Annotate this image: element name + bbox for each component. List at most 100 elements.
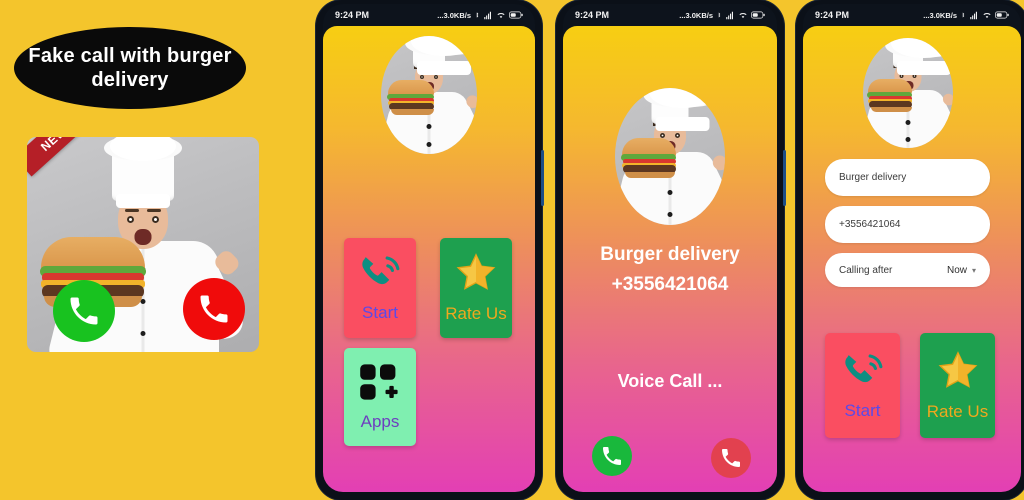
apps-grid-icon xyxy=(360,364,398,400)
status-time: 9:24 PM xyxy=(575,10,610,20)
status-bar: 9:24 PM ...3.0KB/s xyxy=(323,4,535,26)
burger-bottom-bun xyxy=(871,107,912,112)
star-icon xyxy=(456,253,496,290)
status-bar: 9:24 PM ...3.0KB/s xyxy=(803,4,1021,26)
chevron-down-icon: ▾ xyxy=(971,265,976,275)
promo-decline-call-button[interactable] xyxy=(183,278,245,340)
phone-decline-icon xyxy=(200,295,228,323)
rate-us-button-label: Rate Us xyxy=(926,401,989,421)
caller-name: Burger delivery xyxy=(600,244,740,265)
phone-mockup-home: 9:24 PM ...3.0KB/s Start Rate Us Apps xyxy=(316,0,544,500)
decline-call-button[interactable] xyxy=(711,438,751,478)
coat-button xyxy=(140,331,146,336)
coat-button xyxy=(426,142,432,147)
chef-brow xyxy=(125,209,139,212)
avatar-chef-image xyxy=(615,88,725,225)
burger-icon xyxy=(621,138,676,178)
accept-call-button[interactable] xyxy=(592,436,632,476)
promo-title-badge: Fake call with burger delivery xyxy=(14,27,246,109)
caller-name-input[interactable]: Burger delivery xyxy=(825,159,990,196)
status-indicators: ...3.0KB/s xyxy=(679,10,765,20)
incoming-call-screen: Burger delivery +3556421064 Voice Call .… xyxy=(563,26,777,492)
avatar xyxy=(381,36,477,154)
phone-accept-icon xyxy=(603,447,621,465)
bluetooth-icon xyxy=(475,12,479,18)
burger-icon xyxy=(387,80,434,115)
status-indicators: ...3.0KB/s xyxy=(437,10,523,20)
new-ribbon-label: NEW ! xyxy=(27,137,100,177)
burger-bottom-bun xyxy=(391,109,434,115)
phone-call-icon xyxy=(362,256,400,285)
coat-button xyxy=(905,137,911,142)
rate-us-button[interactable]: Rate Us xyxy=(440,238,512,338)
coat-button xyxy=(905,120,911,125)
chef-right-arm xyxy=(447,92,477,148)
wifi-icon xyxy=(497,12,505,18)
chef-eye xyxy=(420,75,424,79)
bluetooth-icon xyxy=(962,12,965,18)
phone-call-icon xyxy=(844,353,882,382)
chef-hat-icon xyxy=(891,38,953,75)
chef-hat-icon xyxy=(110,137,176,208)
chef-pointing-hand xyxy=(709,152,725,174)
start-button-label: Start xyxy=(362,303,398,322)
home-screen: Start Rate Us Apps xyxy=(323,26,535,492)
rate-us-button[interactable]: Rate Us xyxy=(920,333,995,438)
rate-us-button-label: Rate Us xyxy=(445,304,507,323)
network-speed-label: ...3.0KB/s xyxy=(437,10,471,20)
chef-hat-icon xyxy=(649,88,716,131)
phone-side-button[interactable] xyxy=(783,150,786,206)
new-ribbon: NEW ! xyxy=(27,137,107,217)
phone-mockup-setup: 9:24 PM ...3.0KB/s Burger delivery +3556… xyxy=(796,0,1024,500)
avatar xyxy=(615,88,725,225)
phone-screen-frame: 9:24 PM ...3.0KB/s xyxy=(563,4,777,492)
chef-pointing-hand xyxy=(940,91,953,108)
coat-button xyxy=(667,212,673,217)
calling-after-value: Now xyxy=(946,264,967,276)
caller-number-input[interactable]: +3556421064 xyxy=(825,206,990,243)
phone-mockup-incoming-call: 9:24 PM ...3.0KB/s Burger delivery +3556… xyxy=(556,0,786,500)
avatar-chef-image xyxy=(381,36,477,154)
apps-button[interactable]: Apps xyxy=(344,348,416,446)
chef-eye xyxy=(127,216,134,223)
coat-button xyxy=(667,190,673,195)
network-speed-label: ...3.0KB/s xyxy=(923,10,957,20)
burger-icon xyxy=(867,79,912,112)
chef-right-arm xyxy=(690,152,725,217)
calling-after-label: Calling after xyxy=(839,264,893,276)
burger-bottom-bun xyxy=(625,172,675,178)
avatar-chef-image xyxy=(863,38,953,148)
call-status-text: Voice Call ... xyxy=(617,371,723,391)
chef-pointing-hand xyxy=(212,247,242,278)
caller-number: +3556421064 xyxy=(611,274,729,295)
network-speed-label: ...3.0KB/s xyxy=(679,10,713,20)
signal-icon xyxy=(484,11,491,19)
chef-brow xyxy=(147,209,161,212)
star-icon xyxy=(938,350,977,388)
calling-after-selector[interactable]: Calling after Now ▾ xyxy=(825,253,990,287)
phone-accept-icon xyxy=(70,297,98,325)
start-button-label: Start xyxy=(844,400,881,420)
start-button[interactable]: Start xyxy=(344,238,416,338)
battery-icon xyxy=(509,11,523,19)
promo-title-text: Fake call with burger delivery xyxy=(28,44,232,91)
phone-screen-frame: 9:24 PM ...3.0KB/s xyxy=(803,4,1021,492)
promo-hero-card: NEW ! xyxy=(27,137,259,352)
setup-screen: Burger delivery +3556421064 Calling afte… xyxy=(803,26,1021,492)
chef-pointing-hand xyxy=(463,92,477,111)
chef-hat-icon xyxy=(411,36,477,75)
coat-button xyxy=(426,124,432,129)
wifi-icon xyxy=(983,12,991,18)
status-bar: 9:24 PM ...3.0KB/s xyxy=(563,4,777,26)
promo-accept-call-button[interactable] xyxy=(53,280,115,342)
phone-side-button[interactable] xyxy=(541,150,544,206)
phone-decline-icon xyxy=(722,449,740,467)
chef-right-arm xyxy=(925,91,953,143)
start-button[interactable]: Start xyxy=(825,333,900,438)
battery-icon xyxy=(995,11,1009,19)
phone-screen-frame: 9:24 PM ...3.0KB/s xyxy=(323,4,535,492)
status-time: 9:24 PM xyxy=(335,10,370,20)
wifi-icon xyxy=(739,12,747,18)
bluetooth-icon xyxy=(718,12,721,18)
avatar xyxy=(863,38,953,148)
